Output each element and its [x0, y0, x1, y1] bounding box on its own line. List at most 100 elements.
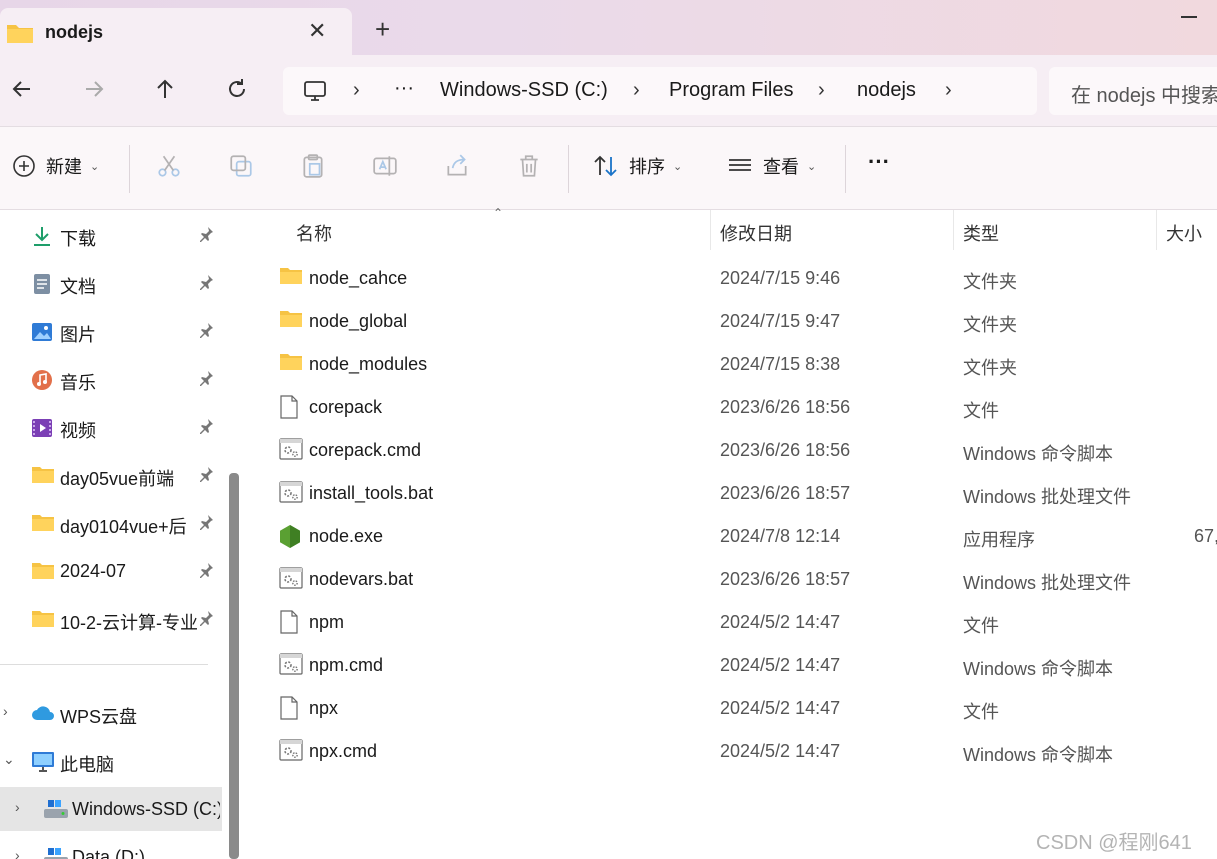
chevron-right-icon[interactable]: › [15, 799, 20, 815]
sidebar-item-drive-c[interactable]: › Windows-SSD (C:) [0, 787, 222, 831]
up-button[interactable] [151, 75, 179, 103]
breadcrumb-separator[interactable]: › [633, 79, 640, 102]
file-name: npm [309, 612, 345, 632]
breadcrumb-separator[interactable]: › [818, 79, 825, 102]
sidebar-scrollbar-thumb[interactable] [229, 473, 239, 859]
pin-icon[interactable] [198, 418, 214, 437]
new-tab-button[interactable]: + [375, 16, 390, 42]
back-button[interactable] [8, 75, 36, 103]
file-date: 2024/7/15 8:38 [720, 354, 841, 374]
copy-button[interactable] [228, 153, 254, 179]
breadcrumb-drive[interactable]: Windows-SSD (C:) [440, 79, 608, 102]
column-divider[interactable] [953, 210, 954, 250]
column-divider[interactable] [710, 210, 711, 250]
file-type: 文件 [963, 401, 999, 421]
script-icon [279, 481, 303, 505]
more-options-button[interactable]: ··· [868, 149, 890, 175]
file-row[interactable]: node_cahce 2024/7/15 9:46 文件夹 [246, 257, 1217, 300]
pin-icon[interactable] [198, 466, 214, 485]
computer-icon[interactable] [303, 79, 327, 108]
file-row[interactable]: install_tools.bat 2023/6/26 18:57 Windows … [246, 472, 1217, 515]
folder-icon [31, 513, 54, 535]
column-header-size[interactable]: 大小 [1166, 220, 1202, 246]
sidebar-item-4[interactable]: 音乐 [0, 357, 222, 401]
search-placeholder: 在 nodejs 中搜索 [1071, 85, 1217, 107]
pin-icon[interactable] [198, 226, 214, 245]
file-row[interactable]: npx.cmd 2024/5/2 14:47 Windows 命令脚本 [246, 730, 1217, 773]
sidebar-item-label: 视频 [60, 421, 96, 441]
sidebar-item-drive-d[interactable]: › Data (D:) [0, 835, 222, 859]
file-name: node_modules [309, 354, 428, 374]
file-row[interactable]: npm.cmd 2024/5/2 14:47 Windows 命令脚本 [246, 644, 1217, 687]
sidebar-item-2[interactable]: 文档 [0, 261, 222, 305]
view-button[interactable]: 查看 ⌄ [727, 153, 816, 179]
chevron-right-icon[interactable]: › [15, 847, 20, 859]
tab-nodejs[interactable]: nodejs ✕ [0, 8, 352, 55]
cut-button[interactable] [156, 153, 182, 179]
breadcrumb-nodejs[interactable]: nodejs [857, 79, 916, 102]
folder-icon [31, 609, 54, 631]
chevron-right-icon[interactable]: › [3, 703, 8, 719]
sidebar-item-5[interactable]: 视频 [0, 405, 222, 449]
sort-button[interactable]: 排序 ⌄ [593, 153, 682, 179]
sort-label: 排序 [629, 157, 665, 177]
rename-button[interactable] [372, 153, 398, 179]
pin-icon[interactable] [198, 514, 214, 533]
file-name: npm.cmd [309, 655, 384, 675]
sidebar-item-this-pc[interactable]: ⌄ 此电脑 [0, 739, 222, 783]
breadcrumb-separator[interactable]: › [945, 79, 952, 102]
pin-icon[interactable] [198, 562, 214, 581]
breadcrumb-separator[interactable]: › [353, 79, 360, 102]
address-bar[interactable]: › ··· Windows-SSD (C:) › Program Files ›… [283, 67, 1037, 115]
title-bar: nodejs ✕ + [0, 0, 1217, 55]
sidebar-item-8[interactable]: 2024-07 [0, 549, 222, 593]
tab-close-button[interactable]: ✕ [308, 18, 326, 44]
file-row[interactable]: corepack.cmd 2023/6/26 18:56 Windows 命令脚本 [246, 429, 1217, 472]
sidebar-item-1[interactable]: 下载 [0, 213, 222, 257]
breadcrumb-ellipsis[interactable]: ··· [394, 77, 414, 100]
pictures-icon [31, 321, 53, 343]
file-name: node_global [309, 311, 408, 331]
minimize-button[interactable] [1181, 16, 1197, 18]
file-type: Windows 命令脚本 [963, 745, 1114, 765]
file-row[interactable]: node.exe 2024/7/8 12:14 应用程序 67, [246, 515, 1217, 558]
pin-icon[interactable] [198, 322, 214, 341]
file-name: corepack [309, 397, 383, 417]
forward-button[interactable] [80, 75, 108, 103]
nodejs-icon [279, 524, 303, 548]
sidebar-item-wps-cloud[interactable]: › WPS云盘 [0, 691, 222, 735]
pin-icon[interactable] [198, 610, 214, 629]
file-row[interactable]: nodevars.bat 2023/6/26 18:57 Windows 批处理文件 [246, 558, 1217, 601]
sidebar-item-3[interactable]: 图片 [0, 309, 222, 353]
file-row[interactable]: corepack 2023/6/26 18:56 文件 [246, 386, 1217, 429]
chevron-down-icon[interactable]: ⌄ [3, 751, 15, 768]
column-divider[interactable] [1156, 210, 1157, 250]
sidebar-item-6[interactable]: day05vue前端 [0, 453, 222, 497]
pin-icon[interactable] [198, 274, 214, 293]
breadcrumb-program-files[interactable]: Program Files [669, 79, 793, 102]
file-row[interactable]: npm 2024/5/2 14:47 文件 [246, 601, 1217, 644]
file-row[interactable]: node_global 2024/7/15 9:47 文件夹 [246, 300, 1217, 343]
pin-icon[interactable] [198, 370, 214, 389]
file-row[interactable]: node_modules 2024/7/15 8:38 文件夹 [246, 343, 1217, 386]
refresh-button[interactable] [223, 75, 251, 103]
sidebar-item-label: 2024-07 [60, 561, 127, 581]
paste-button[interactable] [300, 153, 326, 179]
file-name: npx.cmd [309, 741, 378, 761]
sidebar-item-7[interactable]: day0104vue+后 [0, 501, 222, 545]
column-header-name[interactable]: 名称 [296, 220, 332, 246]
refresh-icon [229, 79, 245, 97]
delete-button[interactable] [516, 153, 542, 179]
folder-icon [279, 309, 303, 333]
column-header-date[interactable]: 修改日期 [720, 220, 792, 246]
new-button[interactable]: 新建 ⌄ [12, 153, 99, 179]
file-row[interactable]: npx 2024/5/2 14:47 文件 [246, 687, 1217, 730]
sort-ascending-icon: ⌃ [493, 206, 504, 220]
sidebar-item-9[interactable]: 10-2-云计算-专业 [0, 597, 222, 641]
file-date: 2023/6/26 18:57 [720, 569, 851, 589]
file-date: 2024/7/15 9:46 [720, 268, 841, 288]
search-box[interactable]: 在 nodejs 中搜索 [1049, 67, 1217, 115]
column-header-type[interactable]: 类型 [963, 220, 999, 246]
file-date: 2024/5/2 14:47 [720, 741, 841, 761]
share-button[interactable] [444, 153, 470, 179]
